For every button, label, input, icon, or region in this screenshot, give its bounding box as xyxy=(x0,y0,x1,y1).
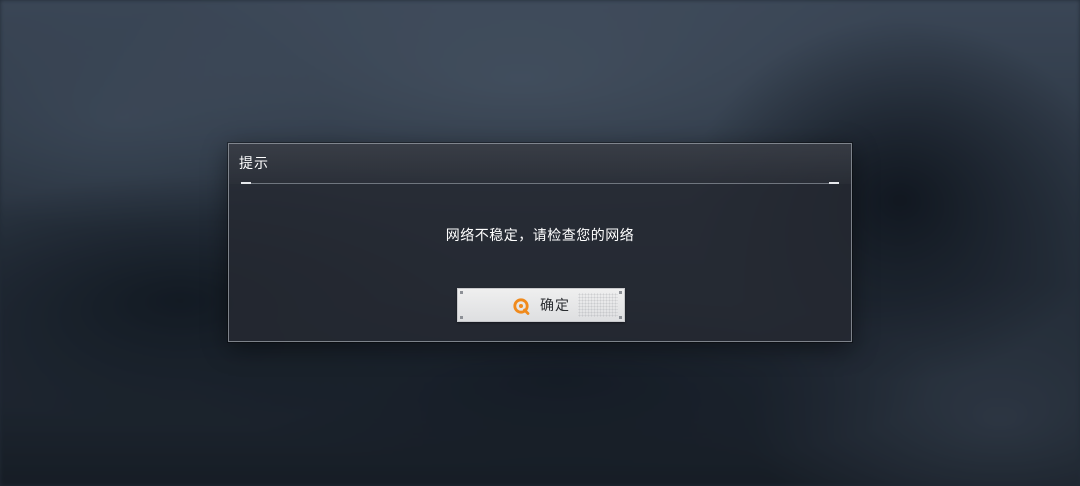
button-corner-dot xyxy=(460,316,463,319)
circle-q-icon xyxy=(513,298,530,315)
confirm-button-label: 确定 xyxy=(540,298,570,314)
game-screen: 提示 网络不稳定，请检查您的网络 确定 xyxy=(0,0,1080,486)
button-texture xyxy=(578,293,618,317)
divider-cap-left xyxy=(241,182,251,184)
dialog-header: 提示 xyxy=(229,144,851,184)
button-corner-dot xyxy=(619,316,622,319)
confirm-button[interactable]: 确定 xyxy=(457,288,625,322)
dialog-title: 提示 xyxy=(239,156,269,172)
network-alert-dialog: 提示 网络不稳定，请检查您的网络 确定 xyxy=(228,143,852,342)
dialog-message: 网络不稳定，请检查您的网络 xyxy=(445,228,635,244)
divider-cap-right xyxy=(829,182,839,184)
header-divider xyxy=(241,183,839,184)
